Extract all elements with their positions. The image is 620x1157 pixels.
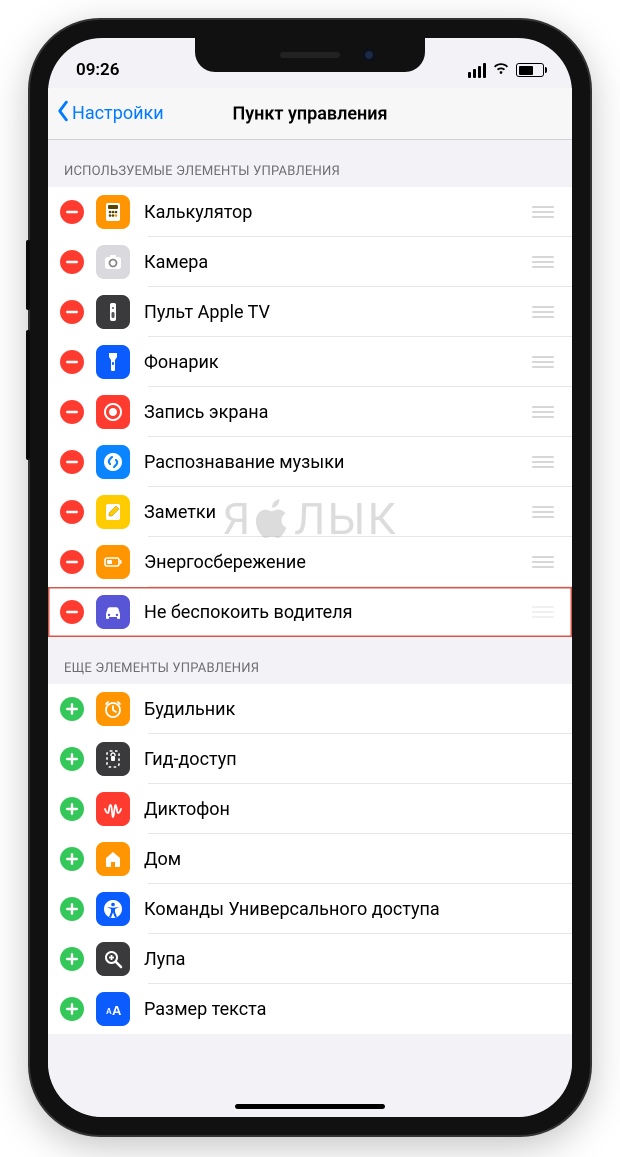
magnify-icon	[96, 942, 130, 976]
home-indicator[interactable]	[235, 1104, 385, 1109]
list-row[interactable]: Лупа	[48, 934, 572, 984]
reorder-grip-icon[interactable]	[528, 256, 558, 268]
list-row[interactable]: Не беспокоить водителя	[48, 587, 572, 637]
row-label: Команды Универсального доступа	[144, 899, 572, 920]
remove-button[interactable]	[60, 500, 84, 524]
shazam-icon	[96, 445, 130, 479]
add-button[interactable]	[60, 847, 84, 871]
row-label: Запись экрана	[144, 402, 528, 423]
reorder-grip-icon[interactable]	[528, 456, 558, 468]
remove-button[interactable]	[60, 350, 84, 374]
reorder-grip-icon[interactable]	[528, 506, 558, 518]
access-icon	[96, 892, 130, 926]
add-button[interactable]	[60, 697, 84, 721]
camera-icon	[96, 245, 130, 279]
section-header-more: ЕЩЕ ЭЛЕМЕНТЫ УПРАВЛЕНИЯ	[48, 637, 572, 684]
list-row[interactable]: Запись экрана	[48, 387, 572, 437]
reorder-grip-icon[interactable]	[528, 206, 558, 218]
content: Настройки Пункт управления ИСПОЛЬЗУЕМЫЕ …	[48, 88, 572, 1117]
row-label: Заметки	[144, 502, 528, 523]
alarm-icon	[96, 692, 130, 726]
list-row[interactable]: Распознавание музыки	[48, 437, 572, 487]
remove-button[interactable]	[60, 550, 84, 574]
car-icon	[96, 595, 130, 629]
reorder-grip-icon[interactable]	[528, 556, 558, 568]
row-label: Дом	[144, 849, 572, 870]
remote-icon	[96, 295, 130, 329]
nav-bar: Настройки Пункт управления	[48, 88, 572, 140]
battery-icon	[516, 63, 544, 77]
row-label: Калькулятор	[144, 202, 528, 223]
list-row[interactable]: Дом	[48, 834, 572, 884]
remove-button[interactable]	[60, 600, 84, 624]
row-label: Лупа	[144, 949, 572, 970]
reorder-grip-icon[interactable]	[528, 356, 558, 368]
guided-icon	[96, 742, 130, 776]
row-label: Пульт Apple TV	[144, 302, 528, 323]
row-label: Энергосбережение	[144, 552, 528, 573]
list-row[interactable]: Заметки	[48, 487, 572, 537]
list-row[interactable]: Пульт Apple TV	[48, 287, 572, 337]
list-included: Калькулятор Камера Пульт Apple TV Фонарик За…	[48, 187, 572, 637]
row-label: Размер текста	[144, 999, 572, 1020]
row-label: Диктофон	[144, 799, 572, 820]
row-label: Не беспокоить водителя	[144, 602, 528, 623]
reorder-grip-icon[interactable]	[528, 306, 558, 318]
textsize-icon	[96, 992, 130, 1026]
add-button[interactable]	[60, 947, 84, 971]
back-button[interactable]: Настройки	[56, 100, 164, 127]
notes-icon	[96, 495, 130, 529]
list-row[interactable]: Фонарик	[48, 337, 572, 387]
battery-icon	[96, 545, 130, 579]
list-row[interactable]: Диктофон	[48, 784, 572, 834]
wifi-icon	[492, 60, 510, 80]
home-icon	[96, 842, 130, 876]
remove-button[interactable]	[60, 450, 84, 474]
cellular-icon	[468, 63, 486, 78]
row-label: Будильник	[144, 699, 572, 720]
flashlight-icon	[96, 345, 130, 379]
reorder-grip-icon[interactable]	[528, 406, 558, 418]
nav-title: Пункт управления	[232, 103, 387, 124]
reorder-grip-icon[interactable]	[528, 606, 558, 618]
statusbar-right	[468, 60, 544, 80]
section-header-included: ИСПОЛЬЗУЕМЫЕ ЭЛЕМЕНТЫ УПРАВЛЕНИЯ	[48, 140, 572, 187]
calculator-icon	[96, 195, 130, 229]
back-label: Настройки	[72, 103, 164, 124]
phone-frame: 09:26 Настройки Пункт управления ИСПОЛЬЗ…	[30, 20, 590, 1135]
row-label: Распознавание музыки	[144, 452, 528, 473]
row-label: Гид-доступ	[144, 749, 572, 770]
front-camera	[363, 49, 375, 61]
list-row[interactable]: Калькулятор	[48, 187, 572, 237]
list-row[interactable]: Размер текста	[48, 984, 572, 1034]
list-row[interactable]: Гид-доступ	[48, 734, 572, 784]
chevron-left-icon	[56, 100, 70, 127]
speaker-grill	[280, 52, 340, 58]
record-icon	[96, 395, 130, 429]
add-button[interactable]	[60, 747, 84, 771]
list-row[interactable]: Будильник	[48, 684, 572, 734]
voice-icon	[96, 792, 130, 826]
remove-button[interactable]	[60, 200, 84, 224]
list-row[interactable]: Энергосбережение	[48, 537, 572, 587]
add-button[interactable]	[60, 997, 84, 1021]
screen: 09:26 Настройки Пункт управления ИСПОЛЬЗ…	[48, 38, 572, 1117]
row-label: Фонарик	[144, 352, 528, 373]
remove-button[interactable]	[60, 400, 84, 424]
notch	[195, 38, 425, 72]
list-more: Будильник Гид-доступ Диктофон Дом Команды Ун…	[48, 684, 572, 1034]
row-label: Камера	[144, 252, 528, 273]
remove-button[interactable]	[60, 300, 84, 324]
add-button[interactable]	[60, 897, 84, 921]
statusbar-time: 09:26	[76, 60, 119, 80]
remove-button[interactable]	[60, 250, 84, 274]
list-row[interactable]: Камера	[48, 237, 572, 287]
add-button[interactable]	[60, 797, 84, 821]
list-row[interactable]: Команды Универсального доступа	[48, 884, 572, 934]
